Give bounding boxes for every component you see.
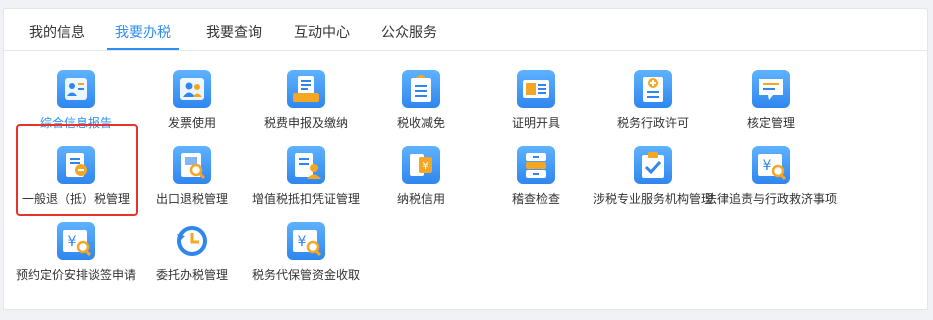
service-professional-agency[interactable]: 涉税专业服务机构管理 bbox=[585, 146, 721, 221]
service-label: 核定管理 bbox=[746, 116, 795, 130]
users-icon bbox=[173, 70, 211, 108]
user-card-icon bbox=[57, 70, 95, 108]
tray-document-icon bbox=[287, 70, 325, 108]
credit-yuan-icon: ¥ bbox=[402, 146, 440, 184]
svg-text:¥: ¥ bbox=[298, 234, 307, 250]
cabinet-icon bbox=[517, 146, 555, 184]
tab-tax-handling[interactable]: 我要办税 bbox=[107, 9, 179, 50]
service-label: 税务行政许可 bbox=[616, 116, 689, 130]
plus-document-icon bbox=[634, 70, 672, 108]
service-assessment-management[interactable]: 核定管理 bbox=[703, 70, 839, 130]
document-list-icon bbox=[402, 70, 440, 108]
service-label: 证明开具 bbox=[511, 116, 560, 130]
service-label: 稽查检查 bbox=[511, 192, 560, 206]
yuan-search-icon: ¥ bbox=[287, 222, 325, 260]
svg-text:¥: ¥ bbox=[763, 158, 772, 174]
tab-public-service[interactable]: 公众服务 bbox=[375, 9, 443, 49]
ticket-certificate-icon bbox=[517, 70, 555, 108]
document-person-icon bbox=[287, 146, 325, 184]
service-legal-remedy[interactable]: ¥ 法律追责与行政救济事项 bbox=[703, 146, 839, 221]
service-fund-custody[interactable]: ¥ 税务代保管资金收取 bbox=[238, 222, 374, 282]
service-label: 税务代保管资金收取 bbox=[251, 268, 360, 282]
svg-text:¥: ¥ bbox=[68, 234, 77, 250]
tab-bar: 我的信息 我要办税 我要查询 互动中心 公众服务 bbox=[4, 9, 927, 51]
service-audit-inspection[interactable]: 稽查检查 bbox=[468, 146, 604, 206]
service-admin-license[interactable]: 税务行政许可 bbox=[585, 70, 721, 130]
check-clipboard-icon bbox=[634, 146, 672, 184]
service-label: 涉税专业服务机构管理 bbox=[592, 192, 713, 206]
document-stamp-icon bbox=[57, 146, 95, 184]
clock-history-icon bbox=[173, 222, 211, 260]
tab-my-info[interactable]: 我的信息 bbox=[26, 9, 88, 49]
tab-interaction-center[interactable]: 互动中心 bbox=[288, 9, 356, 49]
tab-query[interactable]: 我要查询 bbox=[200, 9, 268, 49]
service-certificate-issue[interactable]: 证明开具 bbox=[468, 70, 604, 130]
svg-text:¥: ¥ bbox=[422, 161, 428, 172]
service-label: 法律追责与行政救济事项 bbox=[704, 192, 837, 206]
yuan-search-icon: ¥ bbox=[57, 222, 95, 260]
search-document-icon bbox=[173, 146, 211, 184]
speech-bubble-icon bbox=[752, 70, 790, 108]
yuan-search-icon: ¥ bbox=[752, 146, 790, 184]
